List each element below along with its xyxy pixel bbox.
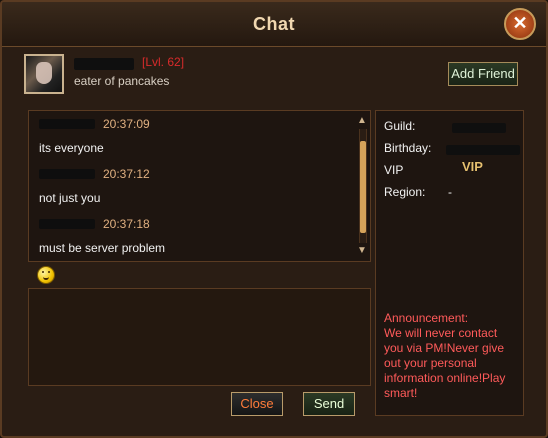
message-input[interactable] (29, 289, 370, 385)
player-level: [Lvl. 62] (142, 55, 185, 69)
message-input-panel[interactable] (28, 288, 371, 386)
region-label: Region: (384, 185, 426, 199)
avatar (24, 54, 64, 94)
scroll-down-icon[interactable]: ▼ (356, 245, 368, 257)
vip-label: VIP (384, 163, 404, 177)
chat-window: Chat ✕ [Lvl. 62] eater of pancakes Add F… (0, 0, 548, 438)
scroll-track[interactable] (359, 129, 367, 243)
chat-message-text: not just you (39, 191, 101, 205)
close-icon: ✕ (512, 13, 528, 33)
region-value: - (448, 185, 452, 199)
message-timestamp: 20:37:18 (103, 217, 150, 231)
scroll-thumb[interactable] (360, 141, 366, 233)
smiley-icon (42, 271, 50, 280)
announcement-text: Announcement: We will never contact you … (384, 311, 506, 400)
player-info-panel: Guild: Birthday: VIP VIP Region: - Annou… (375, 110, 524, 416)
close-button[interactable]: Close (231, 392, 283, 416)
redacted-sender-name (39, 119, 95, 129)
title-bar: Chat ✕ (2, 2, 546, 47)
chat-message-text: must be server problem (39, 241, 166, 255)
message-timestamp: 20:37:09 (103, 117, 150, 131)
window-title: Chat (253, 14, 295, 34)
message-timestamp: 20:37:12 (103, 167, 150, 181)
redacted-guild (452, 123, 506, 133)
chat-message-text: its everyone (39, 141, 104, 155)
redacted-sender-name (39, 169, 95, 179)
emoji-button[interactable] (37, 266, 55, 284)
redacted-sender-name (39, 219, 95, 229)
chat-message-header: 20:37:09 (39, 115, 150, 133)
birthday-label: Birthday: (384, 141, 432, 155)
chat-message-header: 20:37:12 (39, 165, 150, 183)
guild-label: Guild: (384, 119, 416, 133)
chat-history-panel[interactable]: 20:37:09 its everyone 20:37:12 not just … (28, 110, 371, 262)
player-status: eater of pancakes (74, 74, 170, 88)
scroll-up-icon[interactable]: ▲ (356, 115, 368, 127)
send-button[interactable]: Send (303, 392, 355, 416)
profile-header: [Lvl. 62] eater of pancakes Add Friend (24, 54, 524, 96)
add-friend-button[interactable]: Add Friend (448, 62, 518, 86)
chat-message-header: 20:37:18 (39, 215, 150, 233)
vip-badge: VIP (462, 159, 483, 174)
redacted-birthday (446, 145, 520, 155)
close-window-button[interactable]: ✕ (504, 8, 536, 40)
chat-scrollbar[interactable]: ▲ ▼ (356, 115, 368, 257)
redacted-player-name (74, 58, 134, 70)
